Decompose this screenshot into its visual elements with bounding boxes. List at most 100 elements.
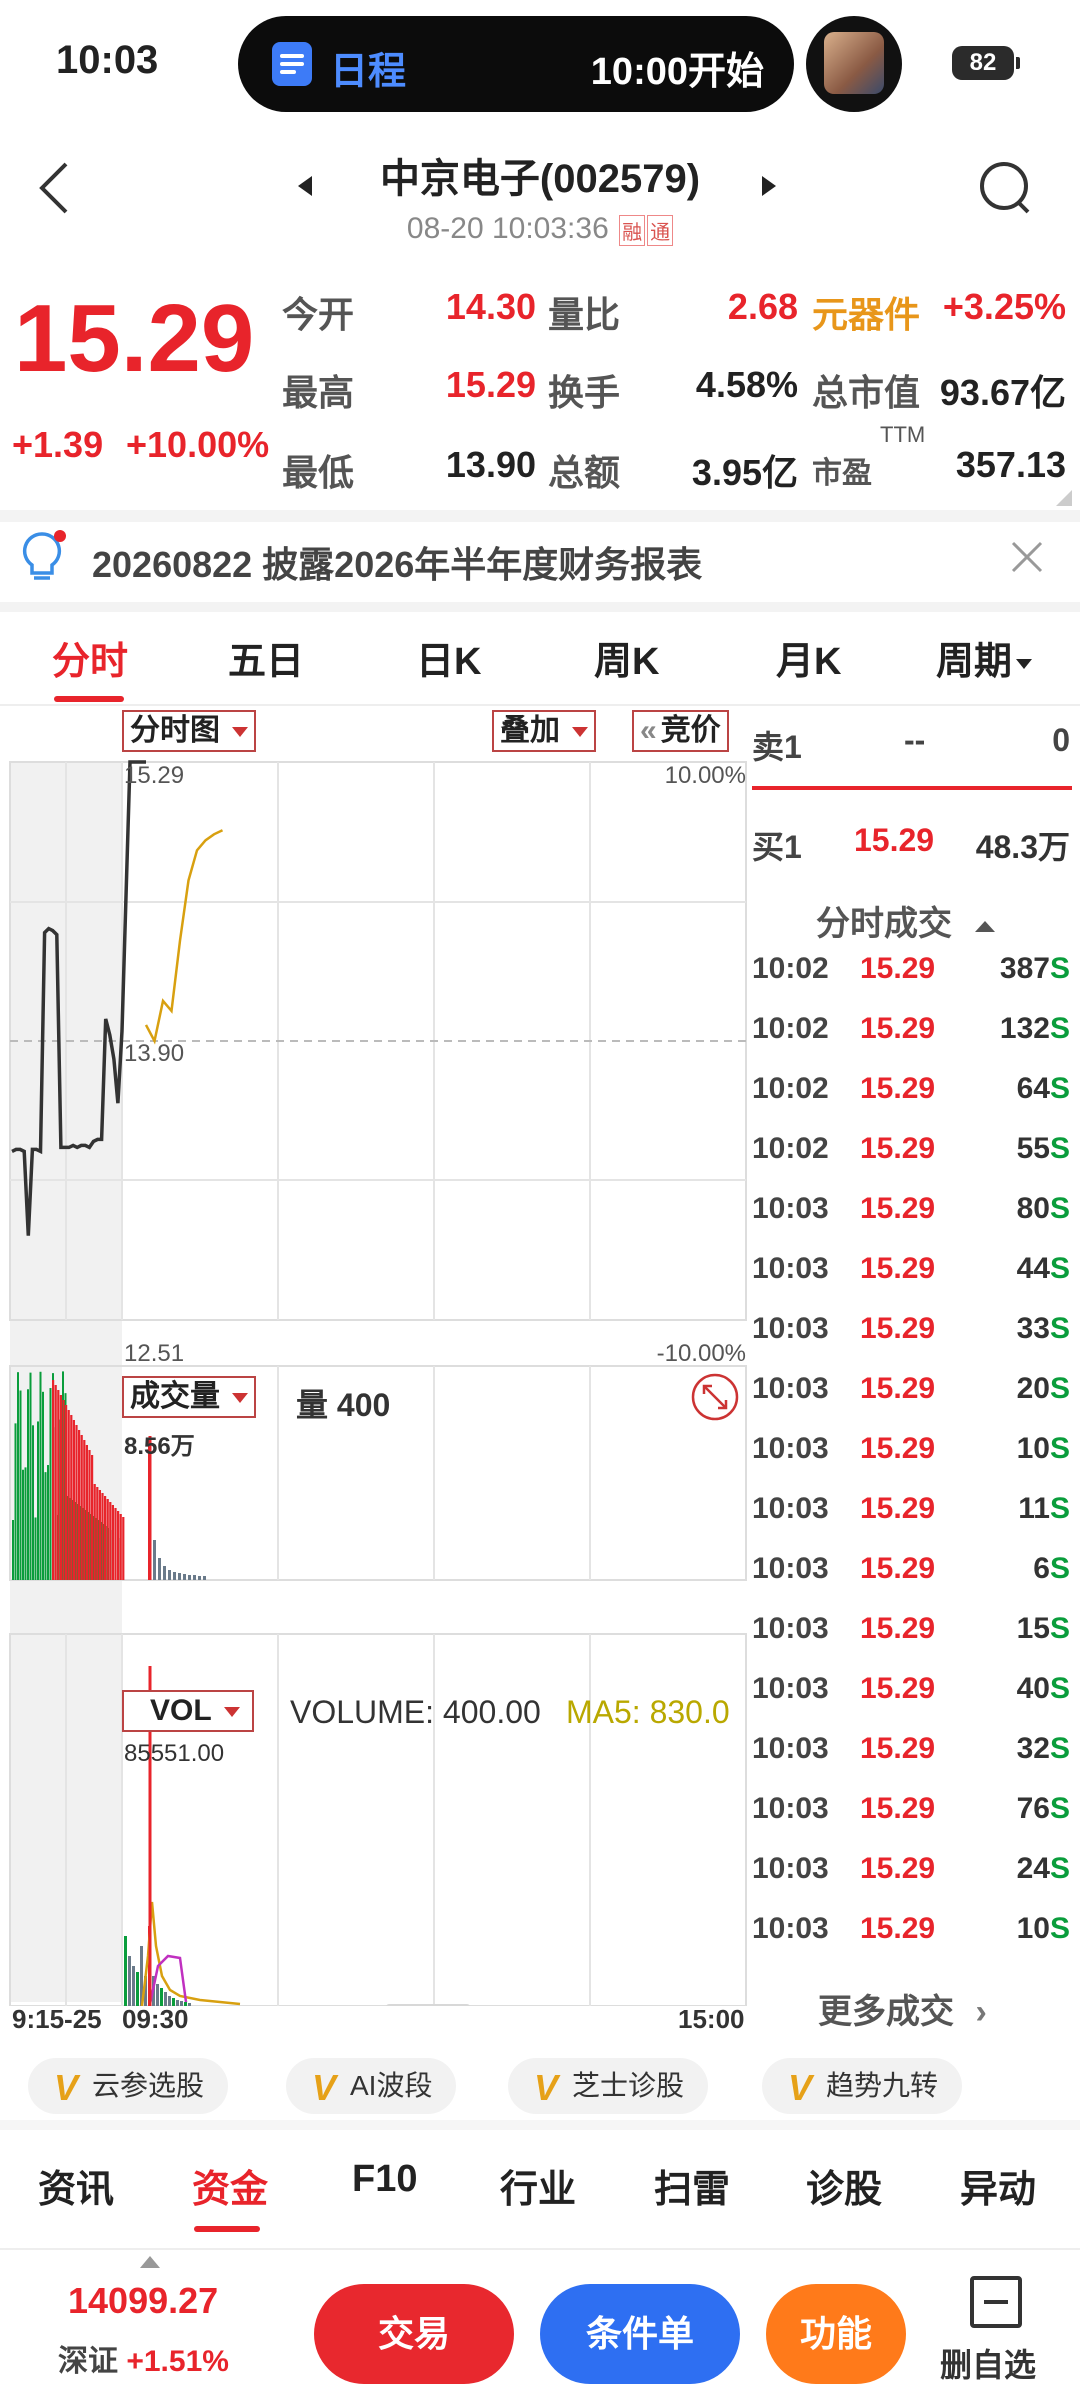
premarket-volume-bar — [78, 1430, 81, 1580]
schedule-pill[interactable]: 日程 10:00开始 — [238, 16, 794, 112]
premarket-volume-bar — [93, 1484, 96, 1580]
premarket-volume-bar — [117, 1511, 120, 1580]
feature-label: 云参选股 — [92, 2070, 205, 2101]
tick-side: S — [1049, 1432, 1070, 1465]
divider — [0, 602, 1080, 612]
tick-row: 10:02 15.29 55S — [752, 1132, 1080, 1192]
ticks-title[interactable]: 分时成交 — [816, 896, 996, 945]
tab-period[interactable]: 周期 — [936, 630, 1033, 685]
tab-risk[interactable]: 扫雷 — [654, 2158, 730, 2213]
tab-funds[interactable]: 资金 — [192, 2158, 268, 2213]
search-icon[interactable] — [976, 160, 1034, 218]
remove-watchlist-icon[interactable] — [970, 2276, 1022, 2328]
close-icon[interactable] — [1010, 540, 1044, 574]
chevron-down-icon — [572, 727, 588, 738]
tab-f10[interactable]: F10 — [352, 2158, 417, 2201]
notice-text[interactable]: 20260822 披露2026年半年度财务报表 — [92, 536, 702, 588]
tick-side: S — [1049, 1492, 1070, 1525]
tick-side: S — [1049, 1792, 1070, 1825]
avatar[interactable] — [806, 16, 902, 112]
schedule-label: 日程 — [330, 51, 407, 93]
intraday-chart[interactable] — [0, 706, 750, 2006]
feature-chip-zhishi[interactable]: V 芝士诊股 — [508, 2058, 709, 2114]
tab-anomaly[interactable]: 异动 — [960, 2158, 1036, 2213]
tab-monthly-k[interactable]: 月K — [776, 630, 841, 685]
next-stock-icon[interactable] — [762, 176, 776, 196]
tick-price: 15.29 — [860, 1672, 936, 1705]
feature-label: AI波段 — [350, 2070, 433, 2101]
remove-watchlist-label[interactable]: 删自选 — [940, 2340, 1036, 2386]
sector-label[interactable]: 元器件 — [812, 286, 920, 338]
tab-news[interactable]: 资讯 — [38, 2158, 114, 2213]
tick-time: 10:03 — [752, 1492, 829, 1525]
tick-row: 10:03 15.29 11S — [752, 1492, 1080, 1552]
premarket-volume-bar — [54, 1385, 57, 1580]
tick-time: 10:03 — [752, 1672, 829, 1705]
tab-weekly-k[interactable]: 周K — [594, 630, 659, 685]
sector-change: +3.25% — [942, 286, 1066, 327]
tick-volume-value: 76 — [1016, 1792, 1050, 1825]
more-ticks-link[interactable]: 更多成交 › — [818, 1984, 987, 2033]
chevron-down-icon — [232, 727, 248, 738]
overlay-select[interactable]: 叠加 — [492, 710, 596, 752]
open-value: 14.30 — [445, 286, 536, 327]
premarket-volume-bar — [62, 1400, 65, 1580]
tab-five-day[interactable]: 五日 — [228, 630, 304, 685]
auction-button[interactable]: «竞价 — [632, 710, 729, 752]
tick-row: 10:03 15.29 10S — [752, 1432, 1080, 1492]
schedule-time: 10:00开始 — [590, 51, 764, 93]
feature-chip-yuncan[interactable]: V 云参选股 — [28, 2058, 229, 2114]
premarket-volume-bar — [111, 1505, 114, 1580]
index-change: +1.51% — [126, 2345, 229, 2378]
premarket-volume-bar — [88, 1450, 91, 1580]
premarket-volume-bar — [122, 1517, 125, 1580]
tick-volume-value: 40 — [1016, 1672, 1050, 1705]
turnover-value: 4.58% — [695, 364, 798, 405]
corner-expand-icon[interactable] — [1056, 490, 1072, 506]
trade-button[interactable]: 交易 — [314, 2284, 514, 2384]
tick-volume: 55S — [1017, 1132, 1070, 1166]
volume-readout: 量 400 — [296, 1387, 391, 1423]
buy1-row: 买1 15.29 48.3万 — [752, 812, 1080, 872]
indicator-ma5: MA5: 830.0 — [566, 1694, 730, 1730]
price-change: +1.39 — [12, 424, 104, 465]
time-open-label: 09:30 — [122, 2004, 189, 2034]
price-change-pct: +10.00% — [126, 424, 270, 465]
tab-intraday[interactable]: 分时 — [52, 630, 128, 685]
tick-volume-value: 10 — [1016, 1912, 1050, 1945]
feature-chip-ai[interactable]: V AI波段 — [286, 2058, 457, 2114]
tick-side: S — [1049, 1372, 1070, 1405]
sell1-label: 卖1 — [752, 729, 802, 765]
premarket-volume-bar — [39, 1371, 42, 1580]
tab-industry[interactable]: 行业 — [500, 2158, 576, 2213]
condition-order-button[interactable]: 条件单 — [540, 2284, 740, 2384]
v-icon: V — [534, 2067, 559, 2108]
tab-diagnose[interactable]: 诊股 — [806, 2158, 882, 2213]
index-value[interactable]: 14099.27 — [68, 2280, 218, 2322]
premarket-volume-bar — [37, 1421, 39, 1580]
tick-volume: 32S — [1017, 1732, 1070, 1766]
pe-ttm-sup: TTM — [880, 422, 926, 447]
premarket-volume-bar — [29, 1372, 32, 1580]
tab-daily-k[interactable]: 日K — [416, 630, 481, 685]
more-ticks-label: 更多成交 — [818, 1993, 954, 2031]
volume-max-label: 8.56万 — [124, 1433, 195, 1460]
chart-type-select[interactable]: 分时图 — [122, 710, 256, 752]
premarket-volume-bar — [34, 1517, 37, 1580]
low-value: 13.90 — [445, 444, 536, 485]
divider — [0, 510, 1080, 522]
expand-icon[interactable] — [690, 1372, 740, 1422]
premarket-volume-bar — [19, 1390, 22, 1580]
indicator-select[interactable]: VOL — [122, 1690, 254, 1732]
tick-volume: 44S — [1017, 1252, 1070, 1286]
volume-select[interactable]: 成交量 — [122, 1376, 256, 1418]
function-button[interactable]: 功能 — [766, 2284, 906, 2384]
tick-time: 10:03 — [752, 1192, 829, 1225]
feature-chip-trend[interactable]: V 趋势九转 — [762, 2058, 963, 2114]
tick-price: 15.29 — [860, 1072, 936, 1105]
indicator-volume-bar — [156, 1984, 159, 2006]
tick-price: 15.29 — [860, 1912, 936, 1945]
tick-volume-value: 44 — [1016, 1252, 1050, 1285]
v-icon: V — [788, 2067, 813, 2108]
volume-bar — [173, 1572, 176, 1580]
